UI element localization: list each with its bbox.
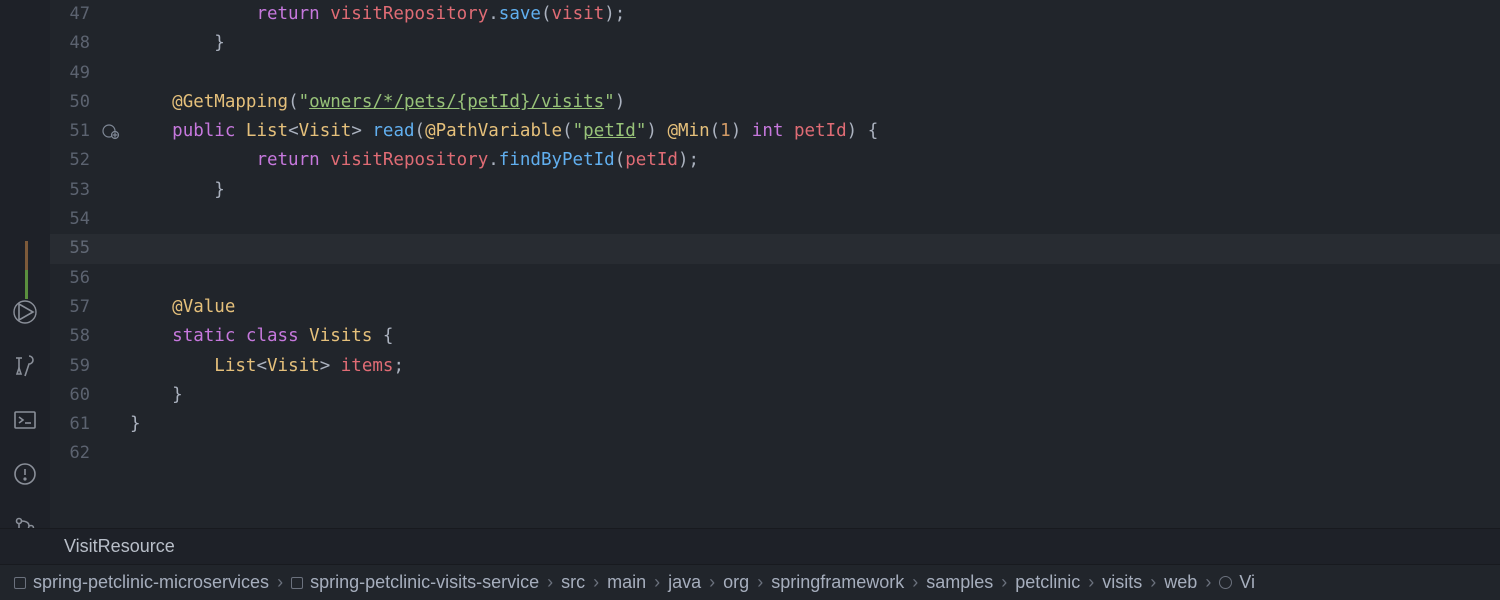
- code-line[interactable]: [130, 264, 1500, 293]
- breadcrumb-label: src: [561, 572, 585, 593]
- breadcrumb-item[interactable]: springframework: [771, 572, 904, 593]
- chevron-right-icon: ›: [709, 572, 715, 593]
- breadcrumb-bar: spring-petclinic-microservices › spring-pe…: [0, 564, 1500, 600]
- code-editor[interactable]: 47484950515253545556575859606162 return …: [50, 0, 1500, 528]
- breadcrumb-label: visits: [1102, 572, 1142, 593]
- line-number: 62: [50, 439, 90, 468]
- breadcrumb-label: spring-petclinic-microservices: [33, 572, 269, 593]
- code-line[interactable]: }: [130, 176, 1500, 205]
- breadcrumb-item[interactable]: petclinic: [1015, 572, 1080, 593]
- line-number-gutter: 47484950515253545556575859606162: [50, 0, 100, 528]
- line-number: 57: [50, 293, 90, 322]
- line-number: 49: [50, 59, 90, 88]
- code-line[interactable]: @Value: [130, 293, 1500, 322]
- chevron-right-icon: ›: [593, 572, 599, 593]
- line-number: 61: [50, 410, 90, 439]
- line-number: 56: [50, 264, 90, 293]
- code-line[interactable]: List<Visit> items;: [130, 352, 1500, 381]
- breadcrumb-label: main: [607, 572, 646, 593]
- terminal-icon[interactable]: [11, 408, 39, 432]
- breadcrumb-label: web: [1164, 572, 1197, 593]
- code-line[interactable]: }: [130, 410, 1500, 439]
- line-number: 51: [50, 117, 90, 146]
- breadcrumb-label: java: [668, 572, 701, 593]
- breadcrumb-item[interactable]: web: [1164, 572, 1197, 593]
- code-line[interactable]: @GetMapping("owners/*/pets/{petId}/visit…: [130, 88, 1500, 117]
- code-line[interactable]: }: [130, 29, 1500, 58]
- code-content[interactable]: return visitRepository.save(visit); } @G…: [130, 0, 1500, 528]
- breadcrumb-label: petclinic: [1015, 572, 1080, 593]
- breadcrumb-label: springframework: [771, 572, 904, 593]
- run-icon[interactable]: [11, 300, 39, 324]
- breadcrumb-item[interactable]: src: [561, 572, 585, 593]
- code-line[interactable]: return visitRepository.findByPetId(petId…: [130, 146, 1500, 175]
- code-line[interactable]: [50, 234, 1500, 263]
- breadcrumb-item[interactable]: visits: [1102, 572, 1142, 593]
- breadcrumb-label: org: [723, 572, 749, 593]
- tab-bar: VisitResource: [0, 528, 1500, 564]
- chevron-right-icon: ›: [547, 572, 553, 593]
- line-number: 47: [50, 0, 90, 29]
- breadcrumb-item[interactable]: spring-petclinic-visits-service: [291, 572, 539, 593]
- chevron-right-icon: ›: [277, 572, 283, 593]
- chevron-right-icon: ›: [1150, 572, 1156, 593]
- line-number: 58: [50, 322, 90, 351]
- breadcrumb-item[interactable]: spring-petclinic-microservices: [14, 572, 269, 593]
- class-icon: [1219, 576, 1232, 589]
- change-marker-added[interactable]: [25, 270, 28, 299]
- endpoint-gutter-icon[interactable]: [102, 122, 120, 140]
- code-line[interactable]: [130, 205, 1500, 234]
- line-number: 53: [50, 176, 90, 205]
- breadcrumb-item[interactable]: main: [607, 572, 646, 593]
- line-number: 59: [50, 352, 90, 381]
- git-icon[interactable]: [11, 516, 39, 528]
- chevron-right-icon: ›: [912, 572, 918, 593]
- change-marker-modified[interactable]: [25, 241, 28, 270]
- breadcrumb-item[interactable]: java: [668, 572, 701, 593]
- chevron-right-icon: ›: [1088, 572, 1094, 593]
- active-tab[interactable]: VisitResource: [64, 536, 175, 557]
- chevron-right-icon: ›: [757, 572, 763, 593]
- code-line[interactable]: }: [130, 381, 1500, 410]
- module-icon: [14, 577, 26, 589]
- chevron-right-icon: ›: [654, 572, 660, 593]
- tools-icon[interactable]: [11, 354, 39, 378]
- code-line[interactable]: return visitRepository.save(visit);: [130, 0, 1500, 29]
- breadcrumb-item[interactable]: Vi: [1219, 572, 1255, 593]
- breadcrumb-item[interactable]: org: [723, 572, 749, 593]
- gutter-annotations: [100, 0, 130, 528]
- breadcrumb-item[interactable]: samples: [926, 572, 993, 593]
- breadcrumb-label: Vi: [1239, 572, 1255, 593]
- problems-icon[interactable]: [11, 462, 39, 486]
- code-line[interactable]: static class Visits {: [130, 322, 1500, 351]
- chevron-right-icon: ›: [1001, 572, 1007, 593]
- breadcrumb-label: samples: [926, 572, 993, 593]
- line-number: 60: [50, 381, 90, 410]
- code-line[interactable]: [130, 439, 1500, 468]
- breadcrumb-label: spring-petclinic-visits-service: [310, 572, 539, 593]
- line-number: 52: [50, 146, 90, 175]
- code-line[interactable]: public List<Visit> read(@PathVariable("p…: [130, 117, 1500, 146]
- module-icon: [291, 577, 303, 589]
- code-line[interactable]: [130, 59, 1500, 88]
- chevron-right-icon: ›: [1205, 572, 1211, 593]
- line-number: 50: [50, 88, 90, 117]
- line-number: 48: [50, 29, 90, 58]
- line-number: 54: [50, 205, 90, 234]
